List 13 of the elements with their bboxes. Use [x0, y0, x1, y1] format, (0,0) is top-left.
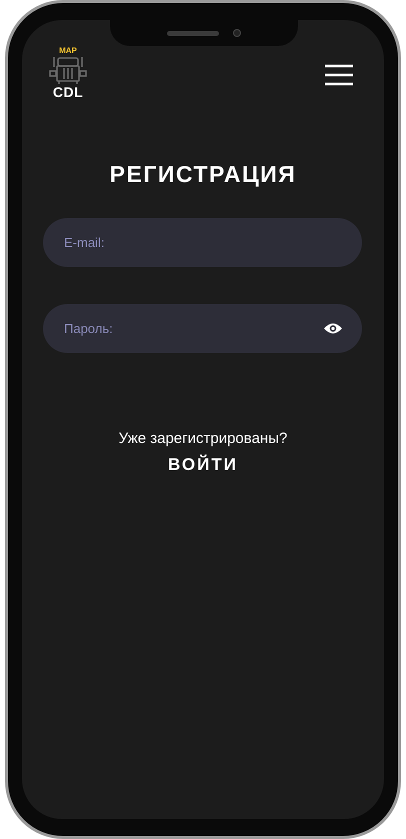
email-field[interactable]: E-mail:	[43, 218, 362, 267]
login-prompt: Уже зарегистрированы?	[118, 430, 288, 447]
logo-text: MAP	[59, 47, 77, 55]
logo-text: CDL	[52, 85, 84, 99]
password-field[interactable]: Пароль:	[43, 304, 362, 353]
menu-button[interactable]	[325, 64, 353, 86]
eye-icon[interactable]	[324, 322, 342, 335]
menu-icon	[325, 64, 353, 86]
speaker-icon	[167, 30, 219, 36]
truck-icon	[49, 55, 87, 85]
page-title: РЕГИСТРАЦИЯ	[110, 161, 296, 188]
camera-icon	[233, 29, 241, 37]
login-link[interactable]: ВОЙТИ	[168, 455, 238, 475]
